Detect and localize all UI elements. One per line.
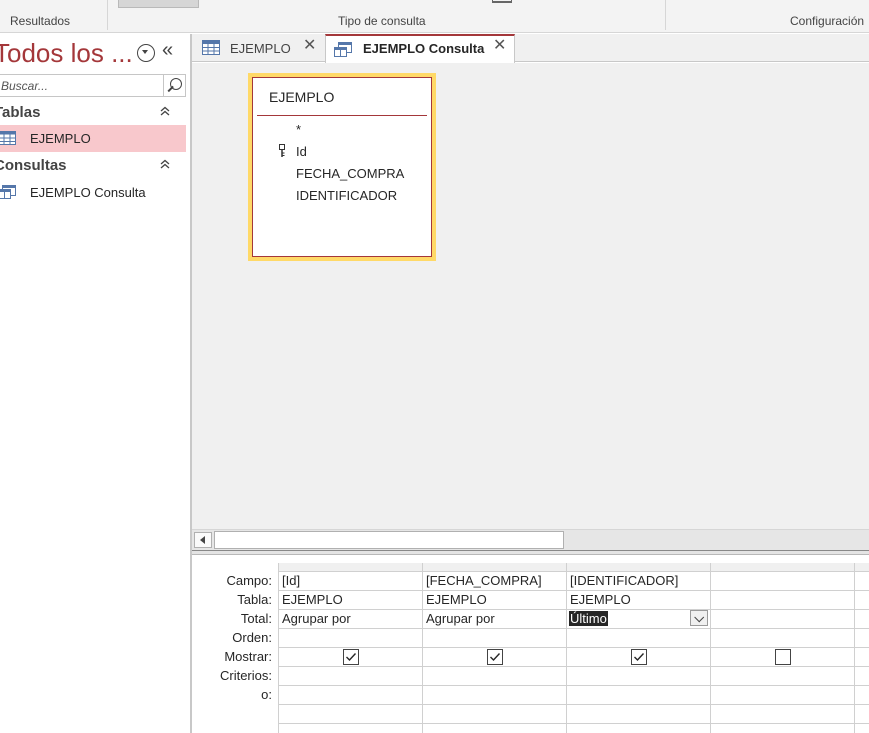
close-icon[interactable]: ✕ xyxy=(303,38,316,54)
query-design-area[interactable]: EJEMPLO * Id FECHA_COMPRA IDENTIFICADOR xyxy=(192,63,869,529)
grid-cell-total[interactable]: Agrupar por xyxy=(426,611,495,626)
row-label-total: Total: xyxy=(240,611,272,626)
grid-cell-total[interactable]: Agrupar por xyxy=(282,611,351,626)
nav-item-ejemplo-consulta[interactable]: EJEMPLO Consulta xyxy=(0,179,186,206)
nav-collapse-icon[interactable]: « xyxy=(162,40,173,60)
nav-item-label: EJEMPLO Consulta xyxy=(30,185,146,200)
query-icon xyxy=(334,42,352,57)
grid-column-border xyxy=(278,563,279,733)
grid-row-border xyxy=(278,704,869,705)
checkmark-icon xyxy=(346,653,357,662)
grid-row-border xyxy=(278,685,869,686)
ribbon-group-tipo-consulta: Tipo de consulta xyxy=(338,14,426,28)
grid-column-border xyxy=(854,563,855,733)
grid-cell-campo[interactable]: [IDENTIFICADOR] xyxy=(570,573,678,588)
row-label-criterios: Criterios: xyxy=(219,668,272,683)
field-list-frame: EJEMPLO * Id FECHA_COMPRA IDENTIFICADOR xyxy=(252,77,432,257)
grid-cell-campo[interactable]: [FECHA_COMPRA] xyxy=(426,573,542,588)
ribbon-icon xyxy=(492,0,512,3)
primary-key-icon xyxy=(279,144,285,157)
nav-item-label: EJEMPLO xyxy=(30,131,91,146)
table-icon xyxy=(202,40,220,55)
ribbon: Resultados Tipo de consulta Configuració… xyxy=(0,0,869,33)
table-icon xyxy=(0,131,16,145)
nav-group-label: Consultas xyxy=(0,157,67,174)
row-label-orden: Orden: xyxy=(232,630,272,645)
nav-item-ejemplo-table[interactable]: EJEMPLO xyxy=(0,125,186,152)
show-checkbox[interactable] xyxy=(631,649,647,665)
nav-group-tablas[interactable]: Tablas xyxy=(0,102,186,126)
grid-cell-tabla[interactable]: EJEMPLO xyxy=(570,592,631,607)
field-list-item-all[interactable]: * xyxy=(296,122,301,137)
field-list-item-id[interactable]: Id xyxy=(296,144,307,159)
grid-cell-total-selected[interactable]: Último xyxy=(569,611,608,626)
nav-pane-title[interactable]: Todos los ... xyxy=(0,38,133,69)
query-design-grid: Campo: Tabla: Total: Orden: Mostrar: Cri… xyxy=(192,555,869,733)
scroll-left-icon[interactable] xyxy=(194,532,212,548)
row-label-tabla: Tabla: xyxy=(237,592,272,607)
field-list-item-identificador[interactable]: IDENTIFICADOR xyxy=(296,188,397,203)
tab-label: EJEMPLO xyxy=(230,41,291,56)
nav-menu-chevron-icon[interactable] xyxy=(137,44,155,62)
field-list-title[interactable]: EJEMPLO xyxy=(269,89,334,105)
nav-group-consultas[interactable]: Consultas xyxy=(0,155,186,179)
grid-row-border xyxy=(278,628,869,629)
checkmark-icon xyxy=(490,653,501,662)
ribbon-divider xyxy=(107,0,108,30)
ribbon-group-configuracion: Configuración xyxy=(790,14,865,28)
field-list-divider xyxy=(257,115,427,116)
horizontal-scrollbar[interactable] xyxy=(192,529,869,550)
field-list-table-ejemplo[interactable]: EJEMPLO * Id FECHA_COMPRA IDENTIFICADOR xyxy=(248,73,436,261)
ribbon-divider xyxy=(665,0,666,30)
collapse-up-icon[interactable] xyxy=(160,157,170,172)
checkmark-icon xyxy=(634,653,645,662)
nav-search-box[interactable]: Buscar... xyxy=(0,74,186,97)
grid-column-border xyxy=(566,563,567,733)
query-icon xyxy=(0,185,16,199)
tab-label: EJEMPLO Consulta xyxy=(363,41,485,56)
grid-cell-campo[interactable]: [Id] xyxy=(282,573,300,588)
grid-column-border xyxy=(422,563,423,733)
grid-row-border xyxy=(278,666,869,667)
show-checkbox[interactable] xyxy=(775,649,791,665)
show-checkbox[interactable] xyxy=(343,649,359,665)
grid-row-border xyxy=(278,590,869,591)
row-label-o: o: xyxy=(261,687,272,702)
search-icon[interactable] xyxy=(163,75,185,96)
close-icon[interactable]: ✕ xyxy=(493,38,506,54)
grid-cell-tabla[interactable]: EJEMPLO xyxy=(426,592,487,607)
nav-group-label: Tablas xyxy=(0,104,41,121)
row-label-campo: Campo: xyxy=(226,573,272,588)
ribbon-group-resultados: Resultados xyxy=(10,14,71,28)
grid-cell-tabla[interactable]: EJEMPLO xyxy=(282,592,343,607)
show-checkbox[interactable] xyxy=(487,649,503,665)
field-list-item-fecha-compra[interactable]: FECHA_COMPRA xyxy=(296,166,404,181)
ribbon-button[interactable] xyxy=(118,0,199,8)
tab-ejemplo[interactable]: EJEMPLO ✕ xyxy=(192,34,325,62)
column-selector-bar[interactable] xyxy=(278,563,869,572)
total-dropdown-icon[interactable] xyxy=(690,610,708,626)
document-tabs: EJEMPLO ✕ EJEMPLO Consulta ✕ xyxy=(192,34,869,63)
grid-column-border xyxy=(710,563,711,733)
row-label-mostrar: Mostrar: xyxy=(224,649,272,664)
grid-row-border xyxy=(278,647,869,648)
tab-ejemplo-consulta[interactable]: EJEMPLO Consulta ✕ xyxy=(325,34,515,63)
grid-row-border xyxy=(278,609,869,610)
collapse-up-icon[interactable] xyxy=(160,104,170,119)
scrollbar-thumb[interactable] xyxy=(214,531,564,549)
grid-row-border xyxy=(278,723,869,724)
nav-search-input[interactable]: Buscar... xyxy=(1,79,48,93)
navigation-pane: Todos los ... « Buscar... Tablas EJEMPLO… xyxy=(0,34,190,733)
